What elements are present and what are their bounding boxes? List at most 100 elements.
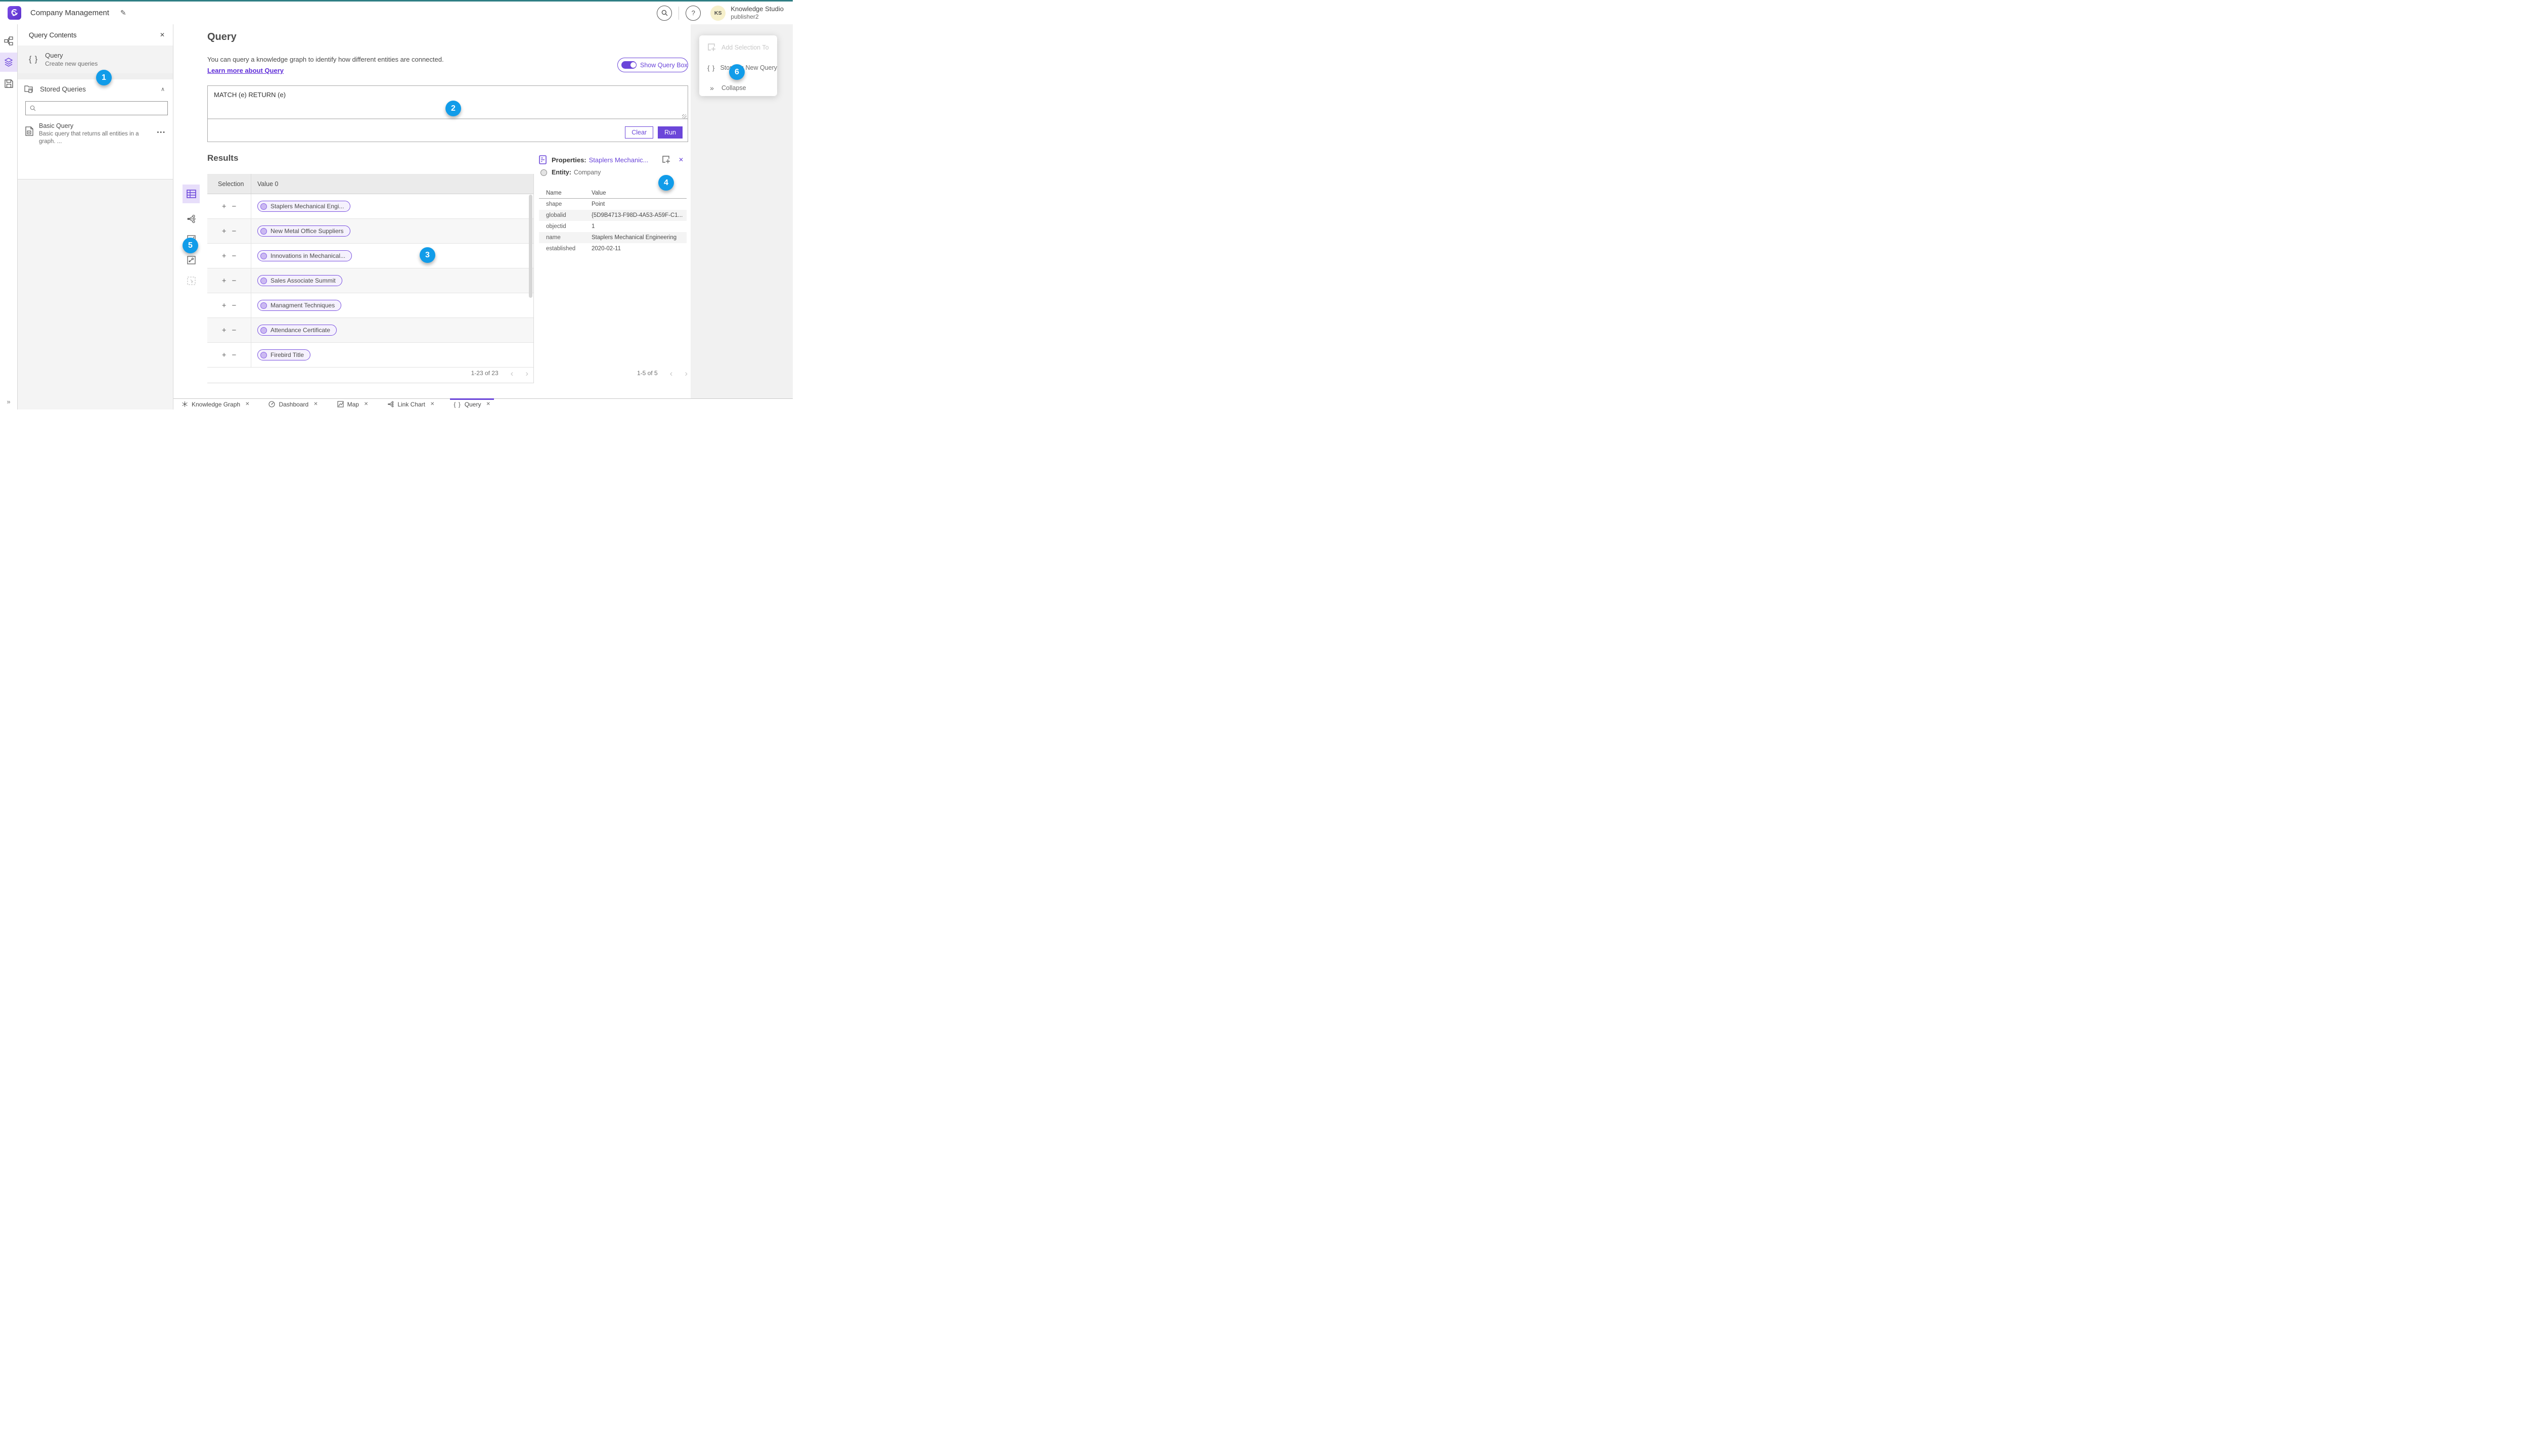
save-rail-button[interactable] (0, 74, 17, 93)
entity-chip[interactable]: Managment Techniques (257, 300, 342, 311)
remove-selection-button[interactable]: − (232, 228, 237, 235)
query-page-title: Query (207, 31, 237, 42)
add-selection-button[interactable]: + (222, 302, 227, 309)
entity-chip[interactable]: New Metal Office Suppliers (257, 225, 350, 237)
braces-icon: { } (707, 64, 715, 72)
data-model-rail-button[interactable] (0, 31, 17, 51)
results-scrollbar[interactable] (529, 195, 532, 298)
run-button[interactable]: Run (658, 126, 683, 139)
add-selection-button[interactable]: + (222, 327, 227, 334)
double-chevron-right-icon: » (710, 84, 714, 92)
toggle-label: Show Query Box (640, 61, 688, 69)
add-selection-button[interactable]: + (222, 277, 227, 285)
layers-icon (4, 58, 13, 67)
clear-button[interactable]: Clear (625, 126, 654, 139)
search-input[interactable] (39, 103, 167, 114)
property-row: objectid 1 (539, 221, 687, 232)
add-selection-button[interactable]: + (222, 351, 227, 359)
remove-selection-button[interactable]: − (232, 252, 237, 260)
property-row: name Staplers Mechanical Engineering (539, 232, 687, 243)
entity-chip[interactable]: Innovations in Mechanical... (257, 250, 352, 261)
learn-more-link[interactable]: Learn more about Query (207, 67, 284, 74)
close-tab-icon[interactable]: ✕ (430, 401, 434, 407)
results-title: Results (207, 153, 239, 163)
link-chart-icon (187, 214, 196, 223)
user-role: publisher2 (731, 13, 759, 21)
toggle-knob (630, 62, 637, 68)
entity-chip[interactable]: Sales Associate Summit (257, 275, 342, 286)
add-selection-button[interactable]: + (222, 228, 227, 235)
remove-selection-button[interactable]: − (232, 277, 237, 285)
stored-query-desc: Basic query that returns all entities in… (39, 131, 139, 145)
column-header-name: Name (546, 190, 562, 196)
menu-item-collapse[interactable]: » Collapse (699, 82, 777, 94)
close-tab-icon[interactable]: ✕ (486, 401, 490, 407)
remove-selection-button[interactable]: − (232, 302, 237, 309)
tab-query[interactable]: { } Query ✕ (450, 398, 494, 410)
next-page-icon[interactable]: › (685, 369, 688, 378)
toggle-switch[interactable] (621, 61, 637, 69)
query-item-subtitle: Create new queries (45, 60, 98, 67)
entity-dot-icon (260, 302, 267, 309)
left-icon-rail: » (0, 24, 18, 410)
property-row: globalid {5D9B4713-F98D-4A53-A59F-C1... (539, 210, 687, 221)
avatar[interactable]: KS (710, 5, 726, 21)
user-menu[interactable]: Knowledge Studio publisher2 (731, 5, 784, 21)
show-query-box-toggle[interactable]: Show Query Box (617, 58, 688, 72)
annotation-badge-1: 1 (96, 70, 112, 85)
remove-selection-button[interactable]: − (232, 203, 237, 210)
help-icon: ? (691, 9, 695, 17)
properties-entity-link[interactable]: Staplers Mechanic... (589, 156, 649, 164)
tab-knowledge-graph[interactable]: Knowledge Graph ✕ (182, 399, 249, 410)
results-table-view-button[interactable] (183, 185, 200, 203)
help-button[interactable]: ? (686, 5, 701, 21)
stored-query-options-icon[interactable]: ••• (157, 129, 166, 146)
annotation-badge-2: 2 (445, 101, 461, 116)
stored-query-search[interactable] (25, 101, 168, 115)
query-description: You can query a knowledge graph to ident… (207, 56, 444, 63)
remove-selection-button[interactable]: − (232, 327, 237, 334)
tab-link-chart[interactable]: Link Chart ✕ (387, 399, 434, 410)
edit-title-icon[interactable]: ✎ (120, 9, 126, 17)
entity-chip[interactable]: Staplers Mechanical Engi... (257, 201, 351, 212)
panel-close-icon[interactable]: ✕ (160, 31, 165, 38)
close-tab-icon[interactable]: ✕ (364, 401, 368, 407)
layers-rail-button[interactable] (0, 53, 17, 72)
resize-handle[interactable] (682, 114, 687, 119)
add-selection-to-icon[interactable] (662, 156, 670, 164)
properties-close-icon[interactable]: ✕ (679, 156, 684, 163)
tab-map[interactable]: Map ✕ (337, 399, 368, 410)
tab-dashboard[interactable]: Dashboard ✕ (268, 399, 318, 410)
properties-table: Name Value shape Point globalid {5D9B4713-… (539, 188, 687, 254)
stored-queries-label: Stored Queries (40, 85, 86, 93)
braces-icon: { } (454, 400, 461, 408)
add-selection-button[interactable]: + (222, 203, 227, 210)
close-tab-icon[interactable]: ✕ (313, 401, 318, 407)
entity-dot-icon (260, 203, 267, 210)
search-button[interactable] (657, 5, 672, 21)
next-page-icon[interactable]: › (525, 369, 528, 378)
contents-item-query[interactable]: { } Query Create new queries (18, 46, 173, 74)
save-icon (4, 79, 13, 88)
dashed-selection-icon (187, 277, 196, 285)
add-to-link-chart-button[interactable] (183, 209, 200, 228)
prev-page-icon[interactable]: ‹ (511, 369, 514, 378)
remove-selection-button[interactable]: − (232, 351, 237, 359)
stored-query-item[interactable]: Basic Query Basic query that returns all… (18, 122, 173, 146)
close-tab-icon[interactable]: ✕ (245, 401, 249, 407)
properties-label: Properties: (552, 156, 586, 164)
entity-chip[interactable]: Firebird Title (257, 349, 311, 360)
stored-queries-header[interactable]: Stored Queries ∧ (18, 79, 173, 99)
data-model-icon (4, 36, 13, 46)
new-link-chart-button[interactable] (183, 251, 200, 269)
rail-collapse-button[interactable]: » (0, 398, 17, 405)
collapse-section-icon[interactable]: ∧ (161, 86, 165, 93)
prev-page-icon[interactable]: ‹ (670, 369, 673, 378)
add-selection-button[interactable]: + (222, 252, 227, 260)
menu-item-add-selection-to[interactable]: Add Selection To (699, 41, 777, 54)
knowledge-graph-icon (182, 401, 188, 407)
entity-chip[interactable]: Attendance Certificate (257, 325, 337, 336)
selection-tool-button[interactable] (183, 271, 200, 290)
app-logo-icon[interactable] (8, 6, 21, 20)
query-item-title: Query (45, 52, 63, 59)
